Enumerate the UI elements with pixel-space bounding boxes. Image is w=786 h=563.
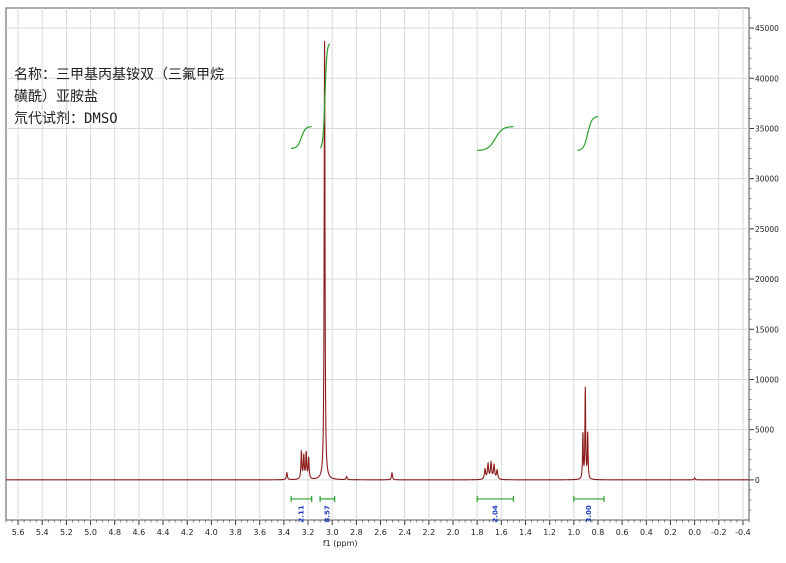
spectrum-trace	[6, 40, 749, 481]
x-tick-label: 3.8	[229, 528, 242, 537]
y-tick-label: 0	[755, 476, 760, 485]
x-tick-label: 1.0	[567, 528, 580, 537]
compound-name-line-1: 名称：三甲基丙基铵双（三氟甲烷	[14, 67, 224, 83]
x-tick-label: 4.0	[205, 528, 218, 537]
integral-curve	[577, 116, 599, 151]
x-tick-label: 1.8	[471, 528, 484, 537]
integral-curve	[291, 126, 312, 149]
x-tick-label: 0.6	[616, 528, 629, 537]
x-tick-label: 2.2	[422, 528, 435, 537]
x-tick-label: 2.4	[398, 528, 411, 537]
y-tick-label: 30000	[755, 175, 779, 184]
nmr-spectrum-figure: 5.6 5.4 5.2 5.0 4.8 4.6 4.4 4.2 4.0 3.8 3.6 3.4 3.2 3…	[0, 0, 786, 559]
integral-value-label: 2.11	[297, 505, 305, 522]
x-tick-label: 0.2	[664, 528, 677, 537]
compound-name-line-2: 磺酰）亚胺盐	[14, 89, 98, 105]
y-tick-label: 45000	[755, 24, 779, 33]
y-tick-label: 20000	[755, 275, 779, 284]
x-tick-label: 3.0	[326, 528, 339, 537]
x-tick-label: 0.0	[688, 528, 701, 537]
x-tick-label: -0.4	[735, 528, 751, 537]
y-tick-label: 5000	[755, 426, 774, 435]
y-tick-label: 15000	[755, 325, 779, 334]
x-tick-label: 0.4	[640, 528, 653, 537]
x-tick-label: 0.8	[592, 528, 605, 537]
x-tick-label: 3.4	[278, 528, 291, 537]
x-tick-label: 1.6	[495, 528, 508, 537]
x-tick-label: 2.8	[350, 528, 363, 537]
integral-value-label: 2.04	[491, 505, 499, 522]
x-tick-label: 3.2	[302, 528, 315, 537]
y-tick-label: 40000	[755, 74, 779, 83]
plot-frame	[5, 7, 750, 521]
x-tick-label: 3.6	[253, 528, 266, 537]
x-tick-label: 5.2	[60, 528, 73, 537]
x-tick-label: 4.2	[181, 528, 194, 537]
x-tick-label: 4.6	[133, 528, 146, 537]
x-tick-label: -0.2	[711, 528, 727, 537]
integral-value-label: 3.00	[585, 505, 593, 522]
x-tick-label: 4.8	[108, 528, 121, 537]
integral-value-label: 8.57	[323, 505, 331, 522]
x-tick-label: 5.4	[36, 528, 49, 537]
x-tick-label: 2.6	[374, 528, 387, 537]
x-tick-label: 1.4	[519, 528, 532, 537]
x-tick-label: 2.0	[447, 528, 460, 537]
x-axis-label: f1 (ppm)	[323, 539, 358, 548]
y-tick-label: 25000	[755, 225, 779, 234]
solvent-label: 氘代试剂：DMSO	[14, 111, 118, 127]
integral-curve	[477, 126, 514, 151]
x-tick-label: 4.4	[157, 528, 170, 537]
x-tick-label: 1.2	[543, 528, 556, 537]
y-tick-label: 10000	[755, 375, 779, 384]
y-tick-label: 35000	[755, 124, 779, 133]
x-tick-label: 5.6	[12, 528, 25, 537]
x-tick-label: 5.0	[84, 528, 97, 537]
